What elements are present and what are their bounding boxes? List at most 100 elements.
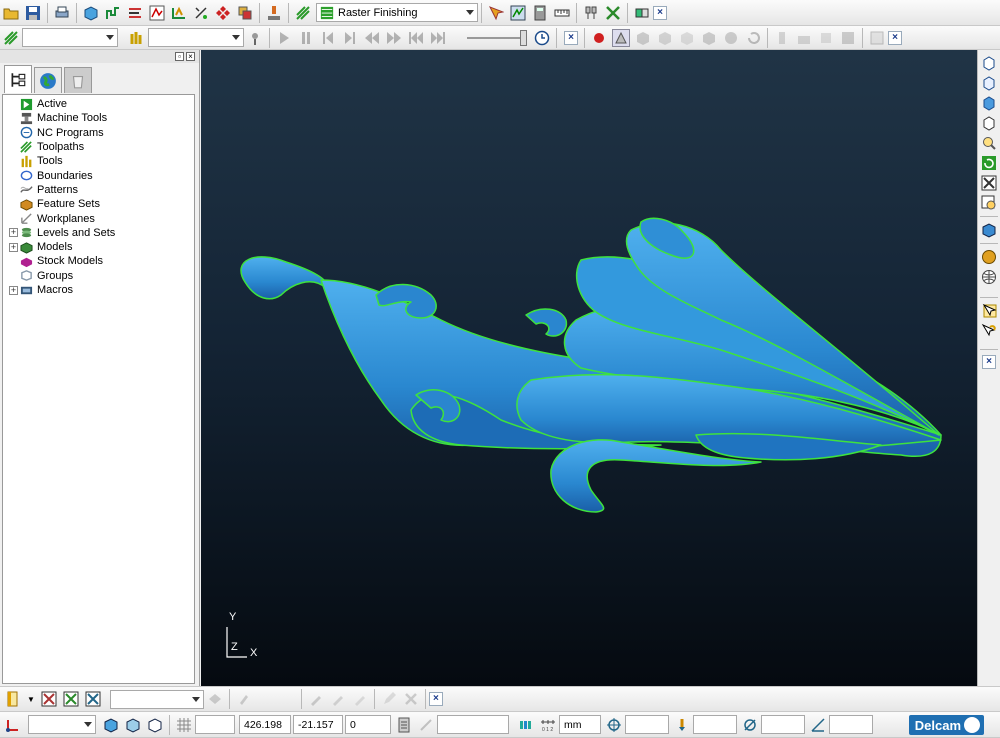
save-icon[interactable] bbox=[24, 4, 42, 22]
shaded-2-icon[interactable] bbox=[656, 29, 674, 47]
view-iso4-icon[interactable] bbox=[980, 114, 998, 132]
go-to-start-icon[interactable] bbox=[407, 29, 425, 47]
expand-icon[interactable]: + bbox=[9, 242, 18, 252]
tree-item-machine-tools[interactable]: Machine Tools bbox=[3, 111, 194, 125]
y-coordinate-field[interactable]: -21.157 bbox=[293, 715, 343, 734]
tree-item-patterns[interactable]: Patterns bbox=[3, 183, 194, 197]
thickness-field[interactable] bbox=[693, 715, 737, 734]
pause-icon[interactable] bbox=[297, 29, 315, 47]
view-iso3-icon[interactable] bbox=[980, 94, 998, 112]
model-status-icon[interactable] bbox=[124, 716, 142, 734]
tree-item-workplanes[interactable]: Workplanes bbox=[3, 211, 194, 225]
units-field[interactable]: mm bbox=[559, 715, 601, 734]
model-shade-icon[interactable] bbox=[206, 690, 224, 708]
feedrate-icon[interactable] bbox=[126, 4, 144, 22]
strategy-combo[interactable]: Raster Finishing bbox=[316, 3, 478, 22]
machine-tool-icon[interactable] bbox=[265, 4, 283, 22]
shaded-4-icon[interactable] bbox=[700, 29, 718, 47]
toolpath-list-icon[interactable] bbox=[2, 29, 20, 47]
probe-tool-icon[interactable] bbox=[235, 690, 253, 708]
refresh-icon[interactable] bbox=[980, 154, 998, 172]
shaded-3-icon[interactable] bbox=[678, 29, 696, 47]
tab-explorer[interactable] bbox=[4, 65, 32, 93]
step-forward-icon[interactable] bbox=[341, 29, 359, 47]
tool-combo[interactable] bbox=[148, 28, 244, 47]
stock-view-icon[interactable] bbox=[773, 29, 791, 47]
crosshair-icon[interactable] bbox=[605, 716, 623, 734]
view-iso1-icon[interactable] bbox=[980, 54, 998, 72]
tree-item-models[interactable]: + Models bbox=[3, 240, 194, 254]
restore-icon[interactable]: ▫ bbox=[175, 52, 184, 61]
tab-globe[interactable] bbox=[34, 67, 62, 93]
tab-recycle[interactable] bbox=[64, 67, 92, 93]
bottom-toolbar-close-icon[interactable]: × bbox=[428, 692, 443, 706]
view-toolbar-close-icon[interactable]: × bbox=[982, 355, 996, 369]
workplane-status-icon[interactable] bbox=[4, 716, 22, 734]
edit-tool-2-icon[interactable] bbox=[329, 690, 347, 708]
probe-icon[interactable] bbox=[582, 4, 600, 22]
ruler-icon[interactable] bbox=[553, 4, 571, 22]
toolpath-wizard-icon[interactable] bbox=[148, 4, 166, 22]
scale-icon[interactable]: 0 1 2 bbox=[539, 716, 557, 734]
play-icon[interactable] bbox=[275, 29, 293, 47]
speed-slider-handle[interactable] bbox=[520, 29, 527, 46]
record-icon[interactable] bbox=[590, 29, 608, 47]
simulation-icon[interactable] bbox=[509, 4, 527, 22]
options-icon[interactable] bbox=[868, 29, 886, 47]
step-back-icon[interactable] bbox=[319, 29, 337, 47]
toolpath-strategies-icon[interactable] bbox=[294, 4, 312, 22]
shaded-icon[interactable] bbox=[634, 29, 652, 47]
block-icon[interactable] bbox=[82, 4, 100, 22]
tree-item-nc-programs[interactable]: NC Programs bbox=[3, 126, 194, 140]
save-stock-icon[interactable] bbox=[839, 29, 857, 47]
stock-icon[interactable] bbox=[214, 4, 232, 22]
block-status-icon[interactable] bbox=[102, 716, 120, 734]
tree-item-stock-models[interactable]: Stock Models bbox=[3, 254, 194, 268]
edit-tool-3-icon[interactable] bbox=[351, 690, 369, 708]
pencil-icon[interactable] bbox=[380, 690, 398, 708]
tree-item-tools[interactable]: Tools bbox=[3, 154, 194, 168]
go-to-end-icon[interactable] bbox=[429, 29, 447, 47]
units-toggle-icon[interactable] bbox=[517, 716, 535, 734]
snap-icon[interactable] bbox=[417, 716, 435, 734]
x-coordinate-field[interactable]: 426.198 bbox=[239, 715, 291, 734]
tree-item-groups[interactable]: Groups bbox=[3, 269, 194, 283]
tree-item-feature-sets[interactable]: Feature Sets bbox=[3, 197, 194, 211]
material-icon[interactable] bbox=[980, 248, 998, 266]
user-defaults-icon[interactable] bbox=[236, 4, 254, 22]
select-none-icon[interactable] bbox=[62, 690, 80, 708]
grid-icon[interactable] bbox=[175, 716, 193, 734]
level-combo[interactable] bbox=[109, 689, 204, 709]
tree-item-toolpaths[interactable]: Toolpaths bbox=[3, 140, 194, 154]
diameter-icon[interactable] bbox=[741, 716, 759, 734]
invert-select-icon[interactable] bbox=[84, 690, 102, 708]
level-icon[interactable] bbox=[4, 690, 22, 708]
shaded-5-icon[interactable] bbox=[722, 29, 740, 47]
expand-icon[interactable]: + bbox=[9, 285, 18, 295]
speed-slider[interactable] bbox=[467, 29, 527, 46]
leads-links-icon[interactable] bbox=[170, 4, 188, 22]
angle-icon[interactable] bbox=[809, 716, 827, 734]
tree-item-boundaries[interactable]: Boundaries bbox=[3, 168, 194, 182]
fast-forward-icon[interactable] bbox=[385, 29, 403, 47]
distance-field[interactable] bbox=[437, 715, 509, 734]
clock-icon[interactable] bbox=[533, 29, 551, 47]
views-icon[interactable] bbox=[633, 4, 651, 22]
delete-icon[interactable] bbox=[402, 690, 420, 708]
level-dropdown-arrow[interactable]: ▼ bbox=[27, 695, 35, 704]
diameter-field[interactable] bbox=[761, 715, 805, 734]
zoom-box-icon[interactable] bbox=[980, 194, 998, 212]
angle-field[interactable] bbox=[829, 715, 873, 734]
compare-icon[interactable] bbox=[817, 29, 835, 47]
stock-status-icon[interactable] bbox=[146, 716, 164, 734]
calculator-icon[interactable] bbox=[531, 4, 549, 22]
grid-field[interactable] bbox=[195, 715, 235, 734]
expand-icon[interactable]: + bbox=[9, 228, 18, 238]
zoom-icon[interactable] bbox=[980, 134, 998, 152]
tree-item-active[interactable]: Active bbox=[3, 97, 194, 111]
view-iso2-icon[interactable] bbox=[980, 74, 998, 92]
select-cursor-icon[interactable] bbox=[980, 302, 998, 320]
select-lasso-icon[interactable] bbox=[980, 322, 998, 340]
shaded-view-icon[interactable] bbox=[980, 221, 998, 239]
wireframe-globe-icon[interactable] bbox=[980, 268, 998, 286]
